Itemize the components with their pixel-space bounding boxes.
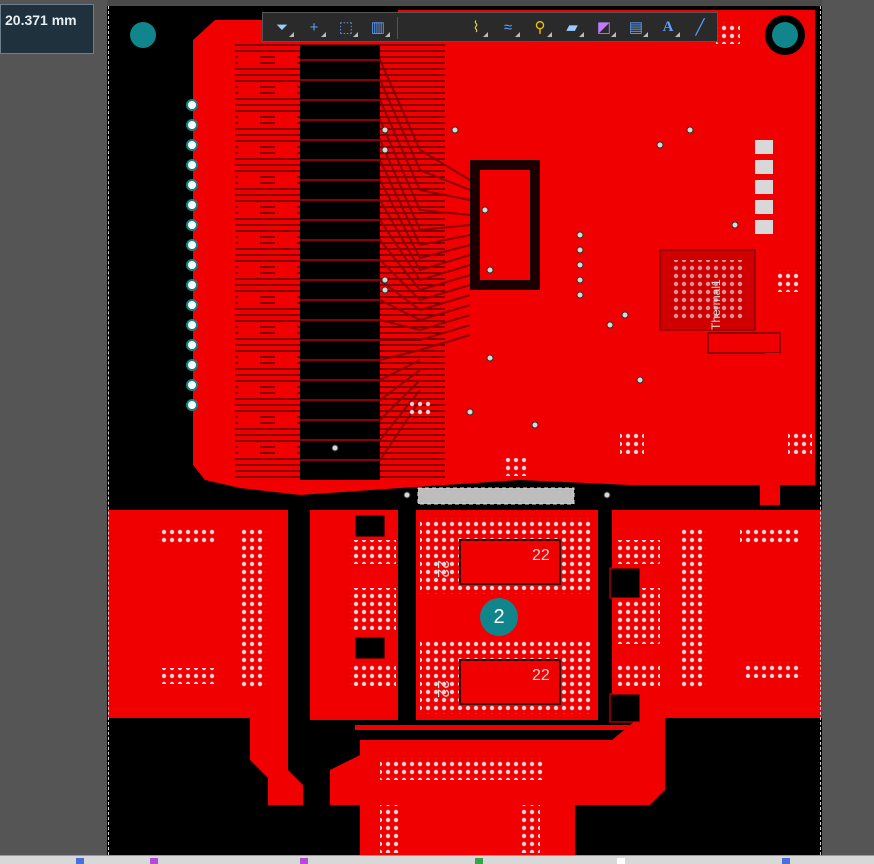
line-glyph: ╱ [695, 19, 705, 36]
board-slot [417, 487, 575, 505]
tab-icon-6[interactable] [782, 858, 790, 864]
polygon-icon[interactable]: ◩ [591, 16, 617, 38]
crosshair-glyph: + [309, 18, 319, 36]
select-rect-icon[interactable]: ⬚ [333, 16, 359, 38]
crosshair-icon[interactable]: + [301, 16, 327, 38]
tab-icon-3[interactable] [300, 858, 308, 864]
polygon-glyph: ◩ [596, 19, 612, 36]
board-outline-right [820, 6, 821, 855]
fill-glyph: ▰ [566, 19, 578, 36]
text-glyph: A [662, 18, 674, 35]
measurement-readout: 20.371 mm [0, 4, 94, 54]
filter-icon[interactable]: ⏷ [269, 16, 295, 38]
via-glyph: ⚲ [534, 19, 546, 36]
tab-icon-5[interactable] [617, 858, 625, 864]
fill-icon[interactable]: ▰ [559, 16, 585, 38]
align-glyph: ▥ [370, 19, 386, 36]
pcb-layout[interactable]: 22 22 22 22 Thermal1 [0, 0, 874, 863]
line-icon[interactable]: ╱ [687, 16, 713, 38]
silk-label-1: 22 [434, 560, 451, 578]
tab-icon-1[interactable] [76, 858, 84, 864]
tune-length-glyph: ≈ [503, 18, 513, 36]
pcb-active-toolbar: ⏷ + ⬚ ▥ ⌇ ≈ ⚲ ▰ ◩ ▤ A ╱ [262, 12, 718, 42]
align-icon[interactable]: ▥ [365, 16, 391, 38]
text-icon[interactable]: A [655, 16, 681, 38]
silk-label-2: 22 [532, 547, 550, 564]
filter-glyph: ⏷ [275, 18, 288, 36]
route-icon[interactable]: ⌇ [463, 16, 489, 38]
measurement-value: 20.371 mm [5, 12, 77, 28]
component-glyph: ▤ [628, 19, 644, 36]
tune-length-icon[interactable]: ≈ [495, 16, 521, 38]
route-glyph: ⌇ [472, 19, 480, 36]
component-designator-badge[interactable]: 2 [480, 598, 518, 636]
tab-icon-2[interactable] [150, 858, 158, 864]
tab-icon-4[interactable] [475, 858, 483, 864]
via-icon[interactable]: ⚲ [527, 16, 553, 38]
select-rect-glyph: ⬚ [338, 19, 354, 36]
toolbar-separator [397, 17, 398, 39]
silk-label-4: 22 [532, 667, 550, 684]
board-outline-left [108, 6, 109, 855]
silk-label-thermal: Thermal1 [709, 279, 723, 330]
component-icon[interactable]: ▤ [623, 16, 649, 38]
silk-label-3: 22 [434, 680, 451, 698]
